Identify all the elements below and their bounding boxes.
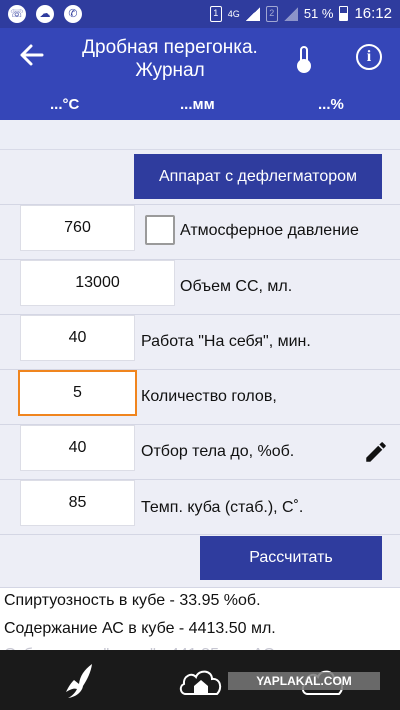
volume-label: Объем СС, мл. (180, 278, 293, 295)
heads-label: Количество голов, (141, 388, 277, 405)
signal-icon-2 (283, 6, 298, 21)
results-panel: Спиртуозность в кубе - 33.95 %об. Содерж… (0, 588, 400, 663)
pressure-reading: ...мм (180, 96, 215, 113)
info-icon[interactable]: i (356, 44, 382, 70)
spacer-band (0, 120, 400, 150)
cube-temp-row: 85 Темп. куба (стаб.), С˚. (0, 480, 400, 535)
cube-temp-label: Темп. куба (стаб.), С˚. (141, 499, 304, 516)
pencil-icon[interactable] (363, 439, 389, 465)
whatsapp-icon: ✆ (64, 5, 82, 23)
sim1-icon: 1 (209, 5, 222, 22)
calculate-row: Рассчитать (0, 535, 400, 588)
home-icon[interactable] (178, 664, 224, 696)
page-title-line1: Дробная перегонка. (82, 37, 258, 58)
body-input[interactable]: 40 (20, 425, 135, 471)
signal-icon (245, 6, 260, 21)
battery-percent: 51 % (303, 6, 334, 21)
battery-icon (339, 6, 349, 21)
volume-row: 13000 Объем СС, мл. (0, 260, 400, 315)
result-alcohol-content: Содержание АС в кубе - 4413.50 мл. (4, 620, 276, 637)
body-row: 40 Отбор тела до, %об. (0, 425, 400, 480)
network-type: 4G (227, 8, 240, 19)
pressure-input[interactable]: 760 (20, 205, 135, 251)
sim2-icon: 2 (265, 5, 278, 22)
readings-bar: ...°C ...мм ...% (0, 90, 400, 120)
pressure-label: Атмосферное давление (180, 222, 359, 239)
viber-icon: ☏ (8, 5, 26, 23)
page-title-line2: Журнал (135, 60, 205, 81)
cloud-icon: ☁ (36, 5, 54, 23)
heads-input[interactable]: 5 (18, 370, 137, 416)
status-bar: ☏ ☁ ✆ 1 4G 2 51 % 16:12 (0, 0, 400, 28)
heads-row: 5 Количество голов, (0, 370, 400, 425)
percent-reading: ...% (318, 96, 344, 113)
watermark: YAPLAKAL.COM (228, 672, 380, 690)
self-work-input[interactable]: 40 (20, 315, 135, 361)
arrow-left-icon[interactable] (18, 42, 44, 74)
pressure-row: 760 Атмосферное давление (0, 205, 400, 260)
apparatus-row: Аппарат с дефлегматором (0, 150, 400, 205)
atmospheric-pressure-checkbox[interactable] (145, 215, 175, 245)
page-title: Дробная перегонка. Журнал (60, 36, 280, 82)
apparatus-button[interactable]: Аппарат с дефлегматором (134, 154, 382, 199)
body-label: Отбор тела до, %об. (141, 443, 295, 460)
cube-temp-input[interactable]: 85 (20, 480, 135, 526)
thermometer-icon[interactable] (297, 46, 311, 73)
self-work-row: 40 Работа "На себя", мин. (0, 315, 400, 370)
result-alcohol-strength: Спиртуозность в кубе - 33.95 %об. (4, 592, 261, 609)
clock: 16:12 (354, 5, 392, 22)
app-bar: Дробная перегонка. Журнал i (0, 28, 400, 90)
self-work-label: Работа "На себя", мин. (141, 333, 311, 350)
volume-input[interactable]: 13000 (20, 260, 175, 306)
bird-icon[interactable] (62, 662, 96, 700)
bottom-navigation: YAPLAKAL.COM (0, 650, 400, 710)
calculate-button[interactable]: Рассчитать (200, 536, 382, 580)
temperature-reading: ...°C (50, 96, 80, 113)
